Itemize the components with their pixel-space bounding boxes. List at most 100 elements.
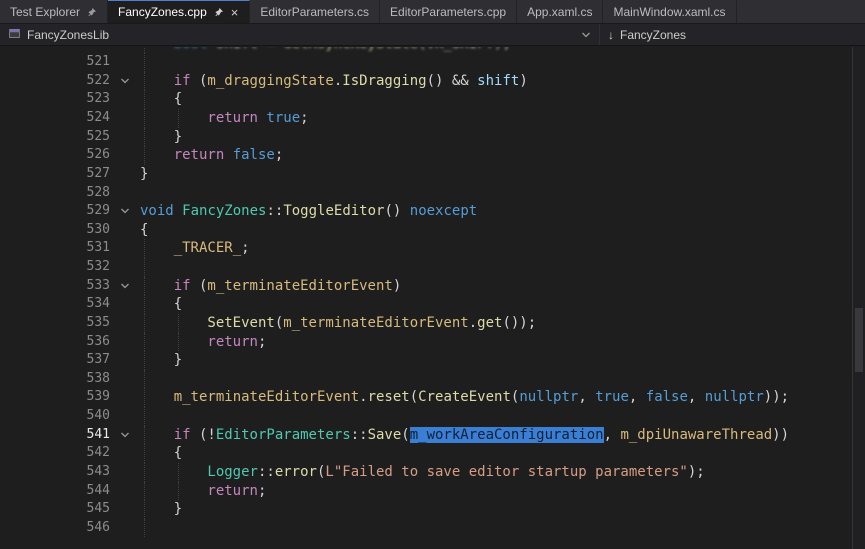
code-line-523[interactable]: 523{ [0, 90, 852, 109]
fold-margin [110, 165, 140, 184]
tab-test-explorer[interactable]: Test Explorer [0, 0, 108, 23]
code-text: if (m_draggingState.IsDragging() && shif… [140, 72, 852, 91]
code-line-526[interactable]: 526return false; [0, 146, 852, 165]
indent-guide [144, 370, 145, 389]
indent-guide [144, 53, 145, 72]
pin-icon[interactable] [86, 7, 97, 18]
fold-margin [110, 146, 140, 165]
code-text: } [140, 500, 852, 519]
code-line-541[interactable]: 541 if (!EditorParameters::Save(m_workAre… [0, 426, 852, 445]
scrollbar-thumb[interactable] [855, 308, 863, 372]
chevron-down-icon[interactable] [581, 30, 591, 40]
tab-app-xaml-cs[interactable]: App.xaml.cs [517, 0, 603, 23]
line-number: 533 [0, 277, 110, 296]
fold-collapse-icon[interactable] [110, 202, 140, 221]
line-number: 532 [0, 258, 110, 277]
indent-guide [144, 519, 145, 538]
code-text: { [140, 295, 852, 314]
visual-studio-window: Test ExplorerFancyZones.cpp× EditorParame… [0, 0, 865, 549]
fold-margin [110, 482, 140, 501]
code-line-539[interactable]: 539 m_terminateEditorEvent.reset(CreateEv… [0, 388, 852, 407]
code-line-529[interactable]: 529void FancyZones::ToggleEditor() noexc… [0, 202, 852, 221]
tab-editorparameters-cs[interactable]: EditorParameters.cs [250, 0, 380, 23]
member-dropdown[interactable]: ↓ FancyZones [600, 24, 865, 45]
code-text: { [140, 444, 852, 463]
line-number: 545 [0, 500, 110, 519]
project-scope-dropdown[interactable]: FancyZonesLib [0, 24, 600, 45]
code-line-540[interactable]: 540 [0, 407, 852, 426]
line-number: 539 [0, 388, 110, 407]
code-line-530[interactable]: 530{ [0, 221, 852, 240]
line-number: 546 [0, 519, 110, 538]
code-text: } [140, 165, 852, 184]
code-text: { [140, 221, 852, 240]
code-line-527[interactable]: 527} [0, 165, 852, 184]
code-line-533[interactable]: 533 if (m_terminateEditorEvent) [0, 277, 852, 296]
navigation-bar: FancyZonesLib ↓ FancyZones [0, 24, 865, 46]
fold-margin [110, 128, 140, 147]
code-line-525[interactable]: 525} [0, 128, 852, 147]
code-line-522[interactable]: 522 if (m_draggingState.IsDragging() && s… [0, 72, 852, 91]
fold-collapse-icon[interactable] [110, 72, 140, 91]
line-number: 534 [0, 295, 110, 314]
tab-label: App.xaml.cs [527, 5, 592, 19]
code-line-542[interactable]: 542{ [0, 444, 852, 463]
document-tab-bar: Test ExplorerFancyZones.cpp× EditorParame… [0, 0, 865, 24]
fold-margin [110, 351, 140, 370]
code-text [140, 258, 852, 277]
tab-editorparameters-cpp[interactable]: EditorParameters.cpp [380, 0, 517, 23]
member-dropdown-label: FancyZones [620, 28, 686, 42]
code-text: m_terminateEditorEvent.reset(CreateEvent… [140, 388, 852, 407]
line-number: 540 [0, 407, 110, 426]
line-number: 543 [0, 463, 110, 482]
code-line-528[interactable]: 528 [0, 184, 852, 203]
code-text: SetEvent(m_terminateEditorEvent.get()); [140, 314, 852, 333]
code-text: Logger::error(L"Failed to save editor st… [140, 463, 852, 482]
code-line-534[interactable]: 534 { [0, 295, 852, 314]
line-number: 535 [0, 314, 110, 333]
code-line-531[interactable]: 531_TRACER_; [0, 239, 852, 258]
tab-fancyzones-cpp[interactable]: FancyZones.cpp× [108, 0, 250, 23]
code-line-524[interactable]: 524return true; [0, 109, 852, 128]
pin-icon[interactable] [213, 7, 224, 18]
fold-margin [110, 333, 140, 352]
fold-margin [110, 295, 140, 314]
down-arrow-icon: ↓ [608, 28, 614, 42]
code-line-537[interactable]: 537} [0, 351, 852, 370]
code-line-546[interactable]: 546 [0, 519, 852, 538]
code-editor[interactable]: 520bool shift = GetAsyncKeyState(VK_SHIF… [0, 47, 865, 549]
fold-margin [110, 314, 140, 333]
line-number: 524 [0, 109, 110, 128]
fold-margin [110, 90, 140, 109]
vertical-scrollbar[interactable] [852, 47, 865, 549]
line-number: 529 [0, 202, 110, 221]
code-text: return; [140, 333, 852, 352]
line-number: 521 [0, 53, 110, 72]
code-line-544[interactable]: 544return; [0, 482, 852, 501]
line-number: 544 [0, 482, 110, 501]
code-line-538[interactable]: 538 [0, 370, 852, 389]
line-number: 541 [0, 426, 110, 445]
fold-margin [110, 258, 140, 277]
code-line-545[interactable]: 545} [0, 500, 852, 519]
line-number: 526 [0, 146, 110, 165]
close-icon[interactable]: × [230, 6, 240, 19]
code-text: if (!EditorParameters::Save(m_workAreaCo… [140, 426, 852, 445]
tab-label: EditorParameters.cs [260, 5, 369, 19]
project-scope-label: FancyZonesLib [27, 28, 109, 42]
indent-guide [144, 407, 145, 426]
code-text: if (m_terminateEditorEvent) [140, 277, 852, 296]
fold-margin [110, 109, 140, 128]
fold-margin [110, 184, 140, 203]
fold-collapse-icon[interactable] [110, 426, 140, 445]
fold-collapse-icon[interactable] [110, 277, 140, 296]
code-line-532[interactable]: 532 [0, 258, 852, 277]
tab-mainwindow-xaml-cs[interactable]: MainWindow.xaml.cs [603, 0, 736, 23]
code-line-543[interactable]: 543 Logger::error(L"Failed to save editor… [0, 463, 852, 482]
code-text [140, 184, 852, 203]
tab-label: MainWindow.xaml.cs [613, 5, 725, 19]
code-line-536[interactable]: 536return; [0, 333, 852, 352]
code-line-535[interactable]: 535 SetEvent(m_terminateEditorEvent.get()… [0, 314, 852, 333]
line-number: 522 [0, 72, 110, 91]
code-line-521[interactable]: 521 [0, 53, 852, 72]
